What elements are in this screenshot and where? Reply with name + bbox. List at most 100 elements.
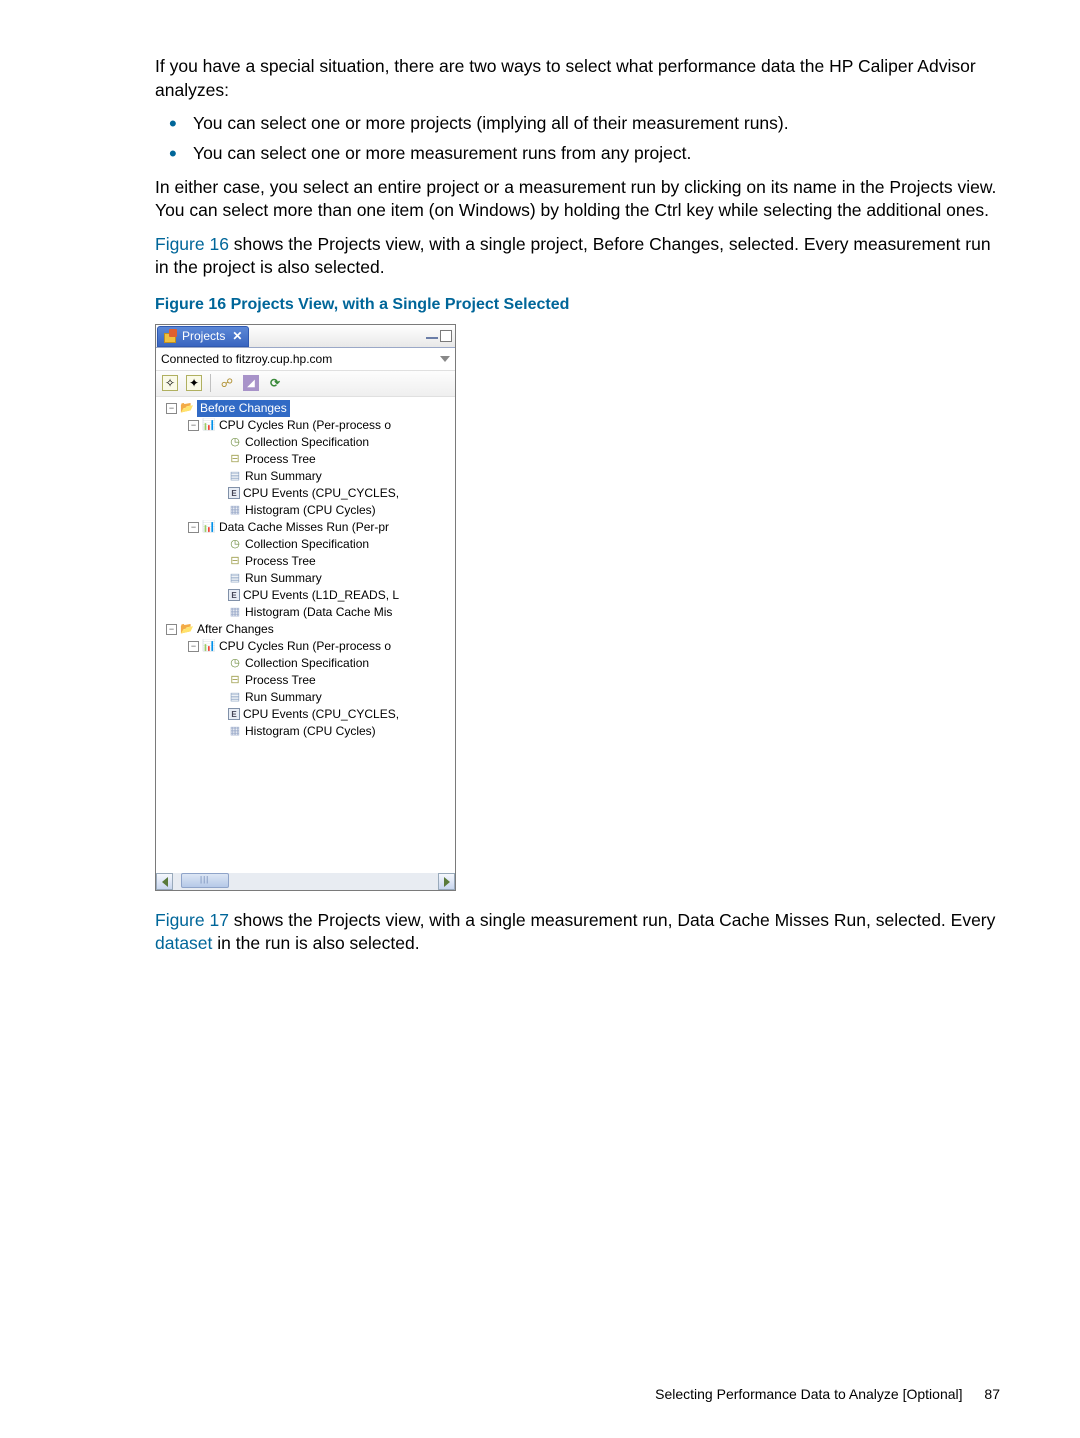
page-icon: ▤ [228, 469, 242, 483]
paragraph: If you have a special situation, there a… [155, 55, 1002, 102]
toolbar: ✧ ✦ ☍ ◢ ⟳ [156, 371, 455, 397]
tree-node-label: Process Tree [245, 672, 316, 689]
tree-node[interactable]: ▤Run Summary [160, 689, 455, 706]
tree-icon: ⊟ [228, 554, 242, 568]
tree-node[interactable]: ECPU Events (CPU_CYCLES, [160, 706, 455, 723]
glossary-term[interactable]: dataset [155, 933, 212, 953]
tree-node-label: Data Cache Misses Run (Per-pr [219, 519, 389, 536]
fold-icon: 📂 [180, 622, 194, 636]
tree-node-label: CPU Cycles Run (Per-process o [219, 638, 391, 655]
tree-node[interactable]: ECPU Events (CPU_CYCLES, [160, 485, 455, 502]
tree-node-label: Collection Specification [245, 536, 369, 553]
tree-node-label: CPU Events (CPU_CYCLES, [243, 706, 399, 723]
tree-node-label: Process Tree [245, 451, 316, 468]
paragraph: Figure 16 shows the Projects view, with … [155, 233, 1002, 280]
grid-icon: ▦ [228, 605, 242, 619]
dropdown-icon[interactable] [440, 356, 450, 362]
connection-status-row: Connected to fitzroy.cup.hp.com [156, 348, 455, 371]
scroll-left-button[interactable] [156, 873, 173, 890]
grid-icon: ▦ [228, 724, 242, 738]
clock-icon: ◷ [228, 656, 242, 670]
close-icon[interactable]: ✕ [232, 328, 242, 344]
tab-projects[interactable]: Projects ✕ [157, 326, 249, 347]
tree-node[interactable]: ▦Histogram (CPU Cycles) [160, 723, 455, 740]
text: in the run is also selected. [212, 933, 419, 953]
tree-node[interactable]: −📊CPU Cycles Run (Per-process o [160, 638, 455, 655]
refresh-icon[interactable]: ⟳ [267, 375, 283, 391]
tree-node[interactable]: ◷Collection Specification [160, 434, 455, 451]
tree-node-label: Histogram (CPU Cycles) [245, 723, 376, 740]
tree-node-label: Collection Specification [245, 655, 369, 672]
expand-toggle[interactable]: − [188, 420, 199, 431]
expand-toggle[interactable]: − [166, 403, 177, 414]
link-icon[interactable]: ☍ [219, 375, 235, 391]
chart-icon[interactable]: ◢ [243, 375, 259, 391]
tree-node[interactable]: ▤Run Summary [160, 570, 455, 587]
bullet-list: You can select one or more projects (imp… [155, 112, 1002, 165]
minimize-icon[interactable] [426, 332, 438, 339]
chevron-right-icon [444, 877, 450, 887]
tree-node[interactable]: ◷Collection Specification [160, 655, 455, 672]
scroll-right-button[interactable] [438, 873, 455, 890]
tree-node[interactable]: ⊟Process Tree [160, 672, 455, 689]
chevron-left-icon [162, 877, 168, 887]
expand-toggle[interactable]: − [166, 624, 177, 635]
tree-node[interactable]: ▦Histogram (Data Cache Mis [160, 604, 455, 621]
tree-node[interactable]: −📊Data Cache Misses Run (Per-pr [160, 519, 455, 536]
tree-node[interactable]: ◷Collection Specification [160, 536, 455, 553]
tab-label: Projects [182, 328, 225, 344]
chart-icon: 📊 [202, 520, 216, 534]
page-icon: ▤ [228, 571, 242, 585]
tree-node-label: Before Changes [197, 400, 290, 417]
grid-icon: ▦ [228, 503, 242, 517]
expand-toggle[interactable]: − [188, 641, 199, 652]
text: shows the Projects view, with a single m… [229, 910, 995, 930]
tree-node[interactable]: −📂After Changes [160, 621, 455, 638]
tree-node[interactable]: ▦Histogram (CPU Cycles) [160, 502, 455, 519]
horizontal-scrollbar[interactable] [156, 873, 455, 890]
scroll-track[interactable] [173, 873, 438, 890]
tree-node-label: Run Summary [245, 468, 322, 485]
paragraph: In either case, you select an entire pro… [155, 176, 1002, 223]
tree-node-label: Collection Specification [245, 434, 369, 451]
footer-text: Selecting Performance Data to Analyze [O… [655, 1386, 962, 1402]
figure-link[interactable]: Figure 17 [155, 910, 229, 930]
tree-node[interactable]: ▤Run Summary [160, 468, 455, 485]
list-item: You can select one or more measurement r… [193, 142, 1002, 166]
tree-node-label: After Changes [197, 621, 274, 638]
list-item: You can select one or more projects (imp… [193, 112, 1002, 136]
e-icon: E [228, 487, 240, 499]
tree-node[interactable]: ⊟Process Tree [160, 553, 455, 570]
tree-node[interactable]: −📂Before Changes [160, 400, 455, 417]
figure-link[interactable]: Figure 16 [155, 234, 229, 254]
figure-caption: Figure 16 Projects View, with a Single P… [155, 294, 1002, 316]
new-project-icon[interactable]: ✧ [162, 375, 178, 391]
tree-node-label: Process Tree [245, 553, 316, 570]
tree-node[interactable]: ⊟Process Tree [160, 451, 455, 468]
expand-toggle[interactable]: − [188, 522, 199, 533]
page-number: 87 [984, 1386, 1000, 1402]
projects-icon [164, 329, 178, 343]
tree-node-label: Run Summary [245, 689, 322, 706]
tab-bar: Projects ✕ [156, 325, 455, 348]
tree-node[interactable]: ECPU Events (L1D_READS, L [160, 587, 455, 604]
tree-node-label: Histogram (Data Cache Mis [245, 604, 392, 621]
scroll-thumb[interactable] [181, 873, 229, 888]
maximize-icon[interactable] [440, 330, 452, 342]
page-icon: ▤ [228, 690, 242, 704]
clock-icon: ◷ [228, 537, 242, 551]
tree-node[interactable]: −📊CPU Cycles Run (Per-process o [160, 417, 455, 434]
tree-node-label: Histogram (CPU Cycles) [245, 502, 376, 519]
connection-status: Connected to fitzroy.cup.hp.com [161, 351, 332, 367]
e-icon: E [228, 589, 240, 601]
project-tree[interactable]: −📂Before Changes−📊CPU Cycles Run (Per-pr… [156, 397, 455, 873]
chart-icon: 📊 [202, 639, 216, 653]
clock-icon: ◷ [228, 435, 242, 449]
page-footer: Selecting Performance Data to Analyze [O… [0, 1386, 1080, 1402]
chart-icon: 📊 [202, 418, 216, 432]
tree-node-label: CPU Cycles Run (Per-process o [219, 417, 391, 434]
new-run-icon[interactable]: ✦ [186, 375, 202, 391]
paragraph: Figure 17 shows the Projects view, with … [155, 909, 1002, 956]
tree-icon: ⊟ [228, 452, 242, 466]
toolbar-separator [210, 374, 211, 392]
